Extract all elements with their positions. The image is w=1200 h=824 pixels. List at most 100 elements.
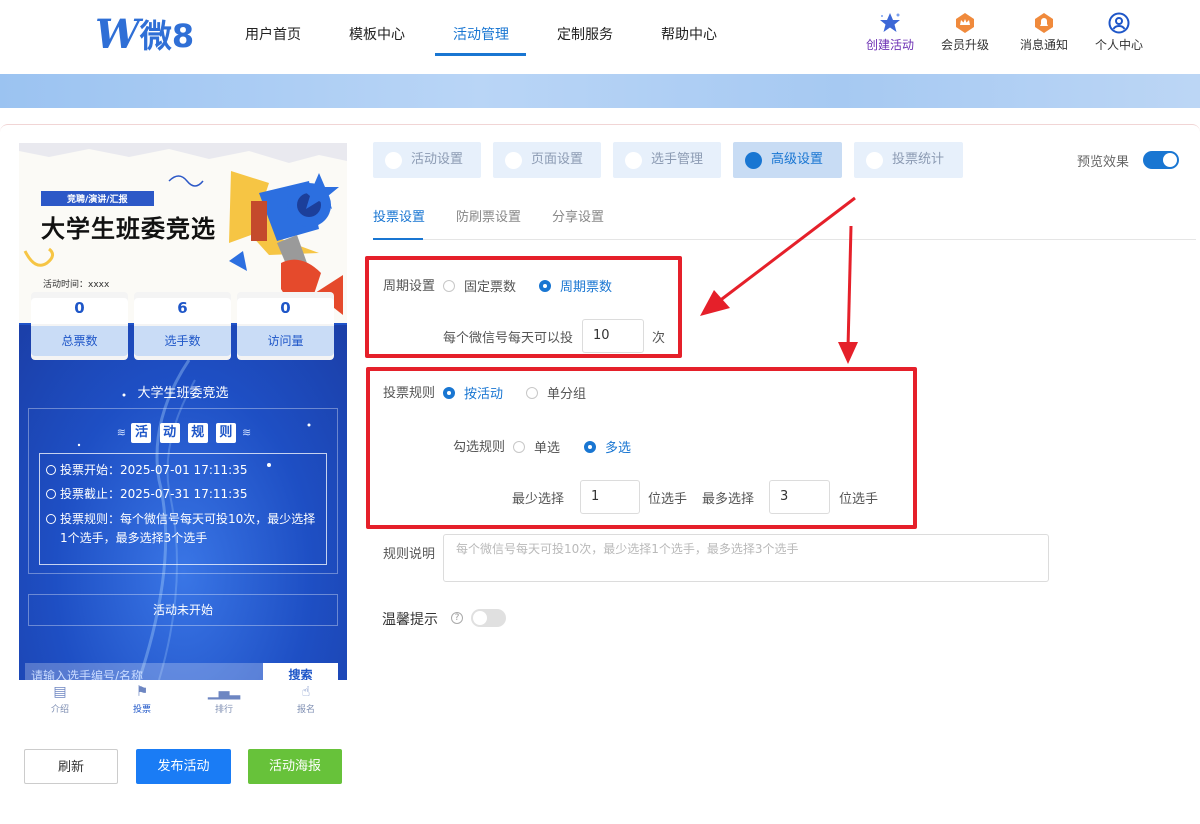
chart-icon <box>866 152 883 169</box>
rules-section: ≋ 活 动 规 则 ≋ 投票开始：2025-07-01 17:11:35 投票截… <box>28 408 338 574</box>
preview-toggle[interactable] <box>1143 151 1179 169</box>
subtab-vote-settings[interactable]: 投票设置 <box>373 206 425 225</box>
nav-home[interactable]: 用户首页 <box>245 24 301 44</box>
flag-icon: ⚑ <box>135 684 149 700</box>
subtab-anti-fraud[interactable]: 防刷票设置 <box>456 206 521 225</box>
total-votes-value: 0 <box>31 298 128 324</box>
step-label: 页面设置 <box>531 152 584 167</box>
create-activity-label: 创建活动 <box>865 38 914 52</box>
rules-heading-char: 则 <box>215 423 236 443</box>
personal-center-label: 个人中心 <box>1094 38 1143 52</box>
logo-w: W <box>95 10 140 58</box>
bar-chart-icon: ▁▄▂ <box>207 684 241 700</box>
preview-tabbar: ▤ 介绍 ⚑ 投票 ▁▄▂ 排行 ☝ 报名 <box>19 680 347 722</box>
poster-title: 大学生班委竞选 <box>41 215 216 243</box>
arrow-to-period <box>717 196 856 304</box>
site-logo[interactable]: W 微8 <box>95 11 195 58</box>
step-label: 活动设置 <box>411 152 464 167</box>
visits-label: 访问量 <box>237 326 334 356</box>
member-upgrade-button[interactable]: 会员升级 <box>930 12 1000 53</box>
tab-signup-label: 报名 <box>296 705 315 715</box>
annotation-box-vote-rule <box>366 367 917 529</box>
tab-ranking-label: 排行 <box>214 705 233 715</box>
total-votes-label: 总票数 <box>31 326 128 356</box>
rule-desc-textarea[interactable]: 每个微信号每天可投10次，最少选择1个选手，最多选择3个选手 <box>443 534 1049 582</box>
tab-vote[interactable]: ⚑ 投票 <box>101 680 183 722</box>
rules-heading: ≋ 活 动 规 则 ≋ <box>29 423 339 443</box>
notifications-label: 消息通知 <box>1019 38 1068 52</box>
publish-activity-button[interactable]: 发布活动 <box>136 749 231 784</box>
activity-status: 活动未开始 <box>28 594 338 626</box>
rules-heading-char: 活 <box>131 423 152 443</box>
contestants-label: 选手数 <box>134 326 231 356</box>
arrow-to-vote-rule <box>846 225 853 349</box>
poster-tag: 竞聘/演讲/汇报 <box>41 191 154 206</box>
star-icon <box>879 12 901 34</box>
total-votes-card: 0 总票数 <box>31 292 128 360</box>
nav-custom-service[interactable]: 定制服务 <box>557 24 613 44</box>
document-icon: ▤ <box>53 684 67 700</box>
preview-toggle-label: 预览效果 <box>1077 155 1130 170</box>
decorative-banner <box>0 74 1200 108</box>
warm-tip-toggle[interactable] <box>471 609 506 627</box>
activity-poster-button[interactable]: 活动海报 <box>248 749 342 784</box>
tab-ranking[interactable]: ▁▄▂ 排行 <box>183 680 265 722</box>
contestant-search-input[interactable]: 请输入选手编号/名称 <box>25 663 263 680</box>
step-page-settings[interactable]: 页面设置 <box>493 142 601 178</box>
annotation-arrows <box>700 196 858 364</box>
rule-text: 投票规则：每个微信号每天可投10次，最少选择1个选手，最多选择3个选手 <box>60 512 316 545</box>
event-name: 大学生班委竞选 <box>137 386 229 401</box>
nav-active-underline <box>435 53 526 56</box>
nav-templates[interactable]: 模板中心 <box>349 24 405 44</box>
top-header: W 微8 用户首页 模板中心 活动管理 定制服务 帮助中心 创建活动 会员升级 … <box>0 0 1200 74</box>
annotation-box-period <box>365 256 682 358</box>
arrow-head-period <box>700 290 730 316</box>
step-advanced-settings[interactable]: 高级设置 <box>733 142 842 178</box>
wave-right-icon: ≋ <box>242 426 252 439</box>
clock-icon <box>46 489 56 499</box>
hand-pointer-icon: ☝ <box>301 684 311 700</box>
rule-item: 投票开始：2025-07-01 17:11:35 <box>46 458 320 482</box>
rules-heading-char: 规 <box>187 423 208 443</box>
tab-intro-label: 介绍 <box>50 705 69 715</box>
visits-value: 0 <box>237 298 334 324</box>
page-icon <box>505 152 522 169</box>
tab-vote-label: 投票 <box>132 705 151 715</box>
visits-card: 0 访问量 <box>237 292 334 360</box>
step-label: 选手管理 <box>651 152 704 167</box>
notifications-button[interactable]: 消息通知 <box>1009 12 1079 53</box>
member-upgrade-label: 会员升级 <box>940 38 989 52</box>
rule-item: 投票规则：每个微信号每天可投10次，最少选择1个选手，最多选择3个选手 <box>46 510 320 548</box>
bell-badge-icon <box>1033 12 1055 34</box>
step-label: 投票统计 <box>892 152 945 167</box>
refresh-button[interactable]: 刷新 <box>24 749 118 784</box>
step-activity-settings[interactable]: 活动设置 <box>373 142 481 178</box>
tab-signup[interactable]: ☝ 报名 <box>265 680 347 722</box>
mobile-preview: 竞聘/演讲/汇报 大学生班委竞选 活动时间：xxxx 0 总票数 6 选手数 0… <box>19 143 347 680</box>
sliders-icon <box>745 152 762 169</box>
create-activity-button[interactable]: 创建活动 <box>855 12 925 53</box>
rule-text: 投票开始：2025-07-01 17:11:35 <box>60 463 248 477</box>
crown-badge-icon <box>954 12 976 34</box>
user-icon <box>625 152 642 169</box>
question-icon[interactable]: ? <box>451 612 463 624</box>
step-vote-statistics[interactable]: 投票统计 <box>854 142 963 178</box>
wave-left-icon: ≋ <box>116 426 130 439</box>
nav-activity-management[interactable]: 活动管理 <box>453 24 509 44</box>
warm-tip-label: 温馨提示 <box>382 612 438 628</box>
contestants-card: 6 选手数 <box>134 292 231 360</box>
search-button[interactable]: 搜索 <box>263 663 338 680</box>
step-contestant-management[interactable]: 选手管理 <box>613 142 721 178</box>
rule-desc-label: 规则说明 <box>383 547 436 562</box>
tab-intro[interactable]: ▤ 介绍 <box>19 680 101 722</box>
subtab-share-settings[interactable]: 分享设置 <box>552 206 604 225</box>
nav-help[interactable]: 帮助中心 <box>661 24 717 44</box>
step-label: 高级设置 <box>771 152 824 167</box>
user-icon <box>1108 12 1130 34</box>
logo-text: 微8 <box>139 17 195 55</box>
rules-list: 投票开始：2025-07-01 17:11:35 投票截止：2025-07-31… <box>39 453 327 565</box>
clock-icon <box>46 465 56 475</box>
info-icon <box>46 514 56 524</box>
personal-center-button[interactable]: 个人中心 <box>1084 12 1154 53</box>
rule-item: 投票截止：2025-07-31 17:11:35 <box>46 482 320 506</box>
